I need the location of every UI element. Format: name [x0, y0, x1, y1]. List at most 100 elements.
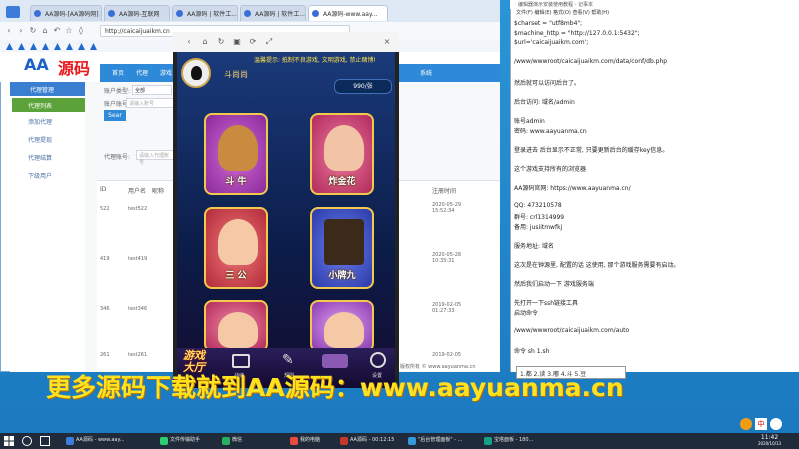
phone-refresh-icon[interactable]: ↻ [216, 37, 226, 47]
refresh-icon[interactable]: ↻ [28, 26, 38, 36]
notice-marquee: 温馨提示: 抵制不良游戏, 文明游戏, 禁止赌博! [254, 57, 376, 64]
avatar-face-icon [191, 66, 202, 80]
nav-item-home[interactable]: 首页 [112, 68, 124, 78]
browser-tab-4[interactable]: AA源码 | 软件工... [240, 5, 306, 21]
browser-tab-2[interactable]: AA源码-互联网 [104, 5, 170, 21]
sidebar-item-add-agent[interactable]: 添加代理 [12, 114, 85, 128]
search-icon[interactable] [22, 436, 32, 446]
promo-banner-text: 更多源码下载就到AA源码：www.aayuanma.cn [46, 373, 624, 402]
game-card-zhajinhua[interactable]: 炸金花 [310, 113, 374, 195]
task-view-icon[interactable] [40, 436, 50, 446]
notepad-line: $url='caicaijuaikm.com'; [514, 39, 589, 47]
browser-tab-5-active[interactable]: AA源码-www.aay... [308, 5, 388, 21]
notepad-line: /www/wwwroot/caicaijuaikm.com/auto [514, 327, 630, 335]
game-card-sangong[interactable]: 三 公 [204, 207, 268, 289]
dealer-girl-icon [218, 312, 258, 348]
star-icon[interactable]: ☆ [64, 26, 74, 36]
browser-tab-3[interactable]: AA源码 | 软件工... [172, 5, 238, 21]
taskbar-item-bt-panel[interactable]: 宝塔面板 - 180... [484, 436, 544, 447]
user-settings-icon[interactable] [370, 352, 386, 368]
notepad-line: 备用: jusiitmwfkj [514, 223, 563, 231]
notepad-line: 密码: www.aayuanma.cn [514, 127, 587, 135]
room-card-balance[interactable]: 990/张 [334, 79, 392, 94]
sidebar-item-withdraw[interactable]: 代理提现 [12, 132, 85, 146]
dealer-girl-icon [324, 125, 364, 171]
taskbar-item-file-transfer[interactable]: 文件传输助手 [160, 436, 210, 447]
back-icon[interactable]: ‹ [4, 26, 14, 36]
forward-icon[interactable]: › [16, 26, 26, 36]
site-favicon-icon [108, 10, 115, 17]
pencil-icon[interactable]: ✎ [282, 352, 296, 368]
account-input[interactable]: 请输入账号 [126, 98, 174, 108]
game-card-5[interactable] [204, 300, 268, 352]
phone-fullscreen-icon[interactable]: ⤢ [264, 37, 274, 47]
browser-tab-1[interactable]: AA源码-[AA源码网] [30, 5, 102, 21]
ime-mode-icon[interactable]: 中 [755, 418, 767, 430]
sidebar-heading[interactable]: 代理管理 [10, 82, 85, 96]
phone-close-icon[interactable]: × [382, 37, 392, 47]
taskbar-item-computer[interactable]: 我的电脑 [290, 436, 340, 447]
notepad-line: 登录进去 后台显示不正常, 只要更新后台的缓存key信息。 [514, 146, 669, 154]
notepad-title: 编辑器演示安装使用教程 - 记事本 [510, 0, 799, 9]
notepad-menu[interactable]: 文件(F) 编辑(E) 格式(O) 查看(V) 帮助(H) [510, 9, 799, 17]
phone-home-icon[interactable]: ⌂ [200, 37, 210, 47]
taskbar-item-wechat[interactable]: 微信 [222, 436, 262, 447]
nav-item-game[interactable]: 游戏 [160, 68, 172, 78]
shield-icon[interactable]: ◊ [76, 26, 86, 36]
dealer-girl-icon [218, 219, 258, 265]
windows-start-icon[interactable] [4, 436, 14, 446]
notepad-line: QQ: 473210578 [514, 202, 562, 210]
tray-app-icon[interactable] [740, 418, 752, 430]
notepad-line: 启动命令 [514, 310, 539, 317]
home-icon[interactable]: ⌂ [40, 26, 50, 36]
mahjong-icon[interactable] [322, 354, 348, 368]
browser-logo-icon[interactable] [6, 6, 20, 18]
tray-settings-icon[interactable] [770, 418, 782, 430]
notepad-line: 命令 sh 1.sh [514, 348, 550, 356]
phone-back-icon[interactable]: ‹ [184, 37, 194, 47]
system-clock[interactable]: 11:42 2020/10/13 [758, 434, 781, 446]
table-cell-name[interactable]: test346 [128, 306, 147, 312]
phone-rotate-icon[interactable]: ⟳ [248, 37, 258, 47]
table-cell-name[interactable]: test522 [128, 206, 147, 212]
table-cell-time: 2019-02-05 [432, 352, 462, 358]
taskbar-item-notepad[interactable]: "后台管理面板" - ... [408, 436, 474, 447]
history-icon[interactable] [232, 354, 250, 368]
table-header-regtime: 注册时间 [432, 188, 457, 195]
nav-item-agent[interactable]: 代理 [136, 68, 148, 78]
game-card-6[interactable] [310, 300, 374, 352]
table-cell-name[interactable]: test261 [128, 352, 147, 358]
agent-input[interactable]: 请输入代理账号 [136, 150, 174, 166]
browser-icon [66, 437, 74, 445]
table-cell-time: 2019-02-05 01:27:33 [432, 302, 462, 314]
notepad-line: $machine_http = "http://127.0.0.1:5432"; [514, 29, 640, 37]
game-card-douniu[interactable]: 斗 牛 [204, 113, 268, 195]
phone-screenshot-icon[interactable]: ▣ [232, 37, 242, 47]
table-header-id: ID [100, 186, 107, 193]
site-favicon-icon [244, 10, 251, 17]
table-cell-id: 261 [100, 352, 110, 358]
notepad-line: 服务地址: 域名 [514, 242, 554, 250]
game-card-xiaopaijiu[interactable]: 小牌九 [310, 207, 374, 289]
player-avatar[interactable] [181, 58, 211, 88]
table-cell-name[interactable]: test419 [128, 256, 147, 262]
dealer-girl-icon [324, 312, 364, 348]
taskbar-item-browser[interactable]: AA源码 - www.aay... [66, 436, 128, 447]
search-button[interactable]: Sear [104, 110, 126, 121]
sidebar-item-settle[interactable]: 代理结算 [12, 150, 85, 164]
bt-panel-icon [484, 437, 492, 445]
table-cell-time: 2020-05-28 10:35:31 [432, 252, 462, 264]
nav-item-system[interactable]: 系统 [420, 68, 432, 78]
wechat-icon [222, 437, 230, 445]
site-favicon-icon [34, 10, 41, 17]
sidebar-item-sub-users[interactable]: 下级用户 [12, 168, 85, 182]
type-select[interactable]: 全部 [132, 85, 172, 95]
agent-label: 代理账号: [104, 154, 131, 161]
taskbar-item-recorder[interactable]: AA源码 - 00:12:15 [340, 436, 402, 447]
recorder-icon [340, 437, 348, 445]
undo-icon[interactable]: ↶ [52, 26, 62, 36]
site-logo[interactable]: AA 源码 [10, 55, 100, 78]
table-header-nickname: 昵称 [152, 188, 165, 195]
notepad-icon [408, 437, 416, 445]
sidebar-item-agent-list[interactable]: 代理列表 [12, 98, 85, 112]
